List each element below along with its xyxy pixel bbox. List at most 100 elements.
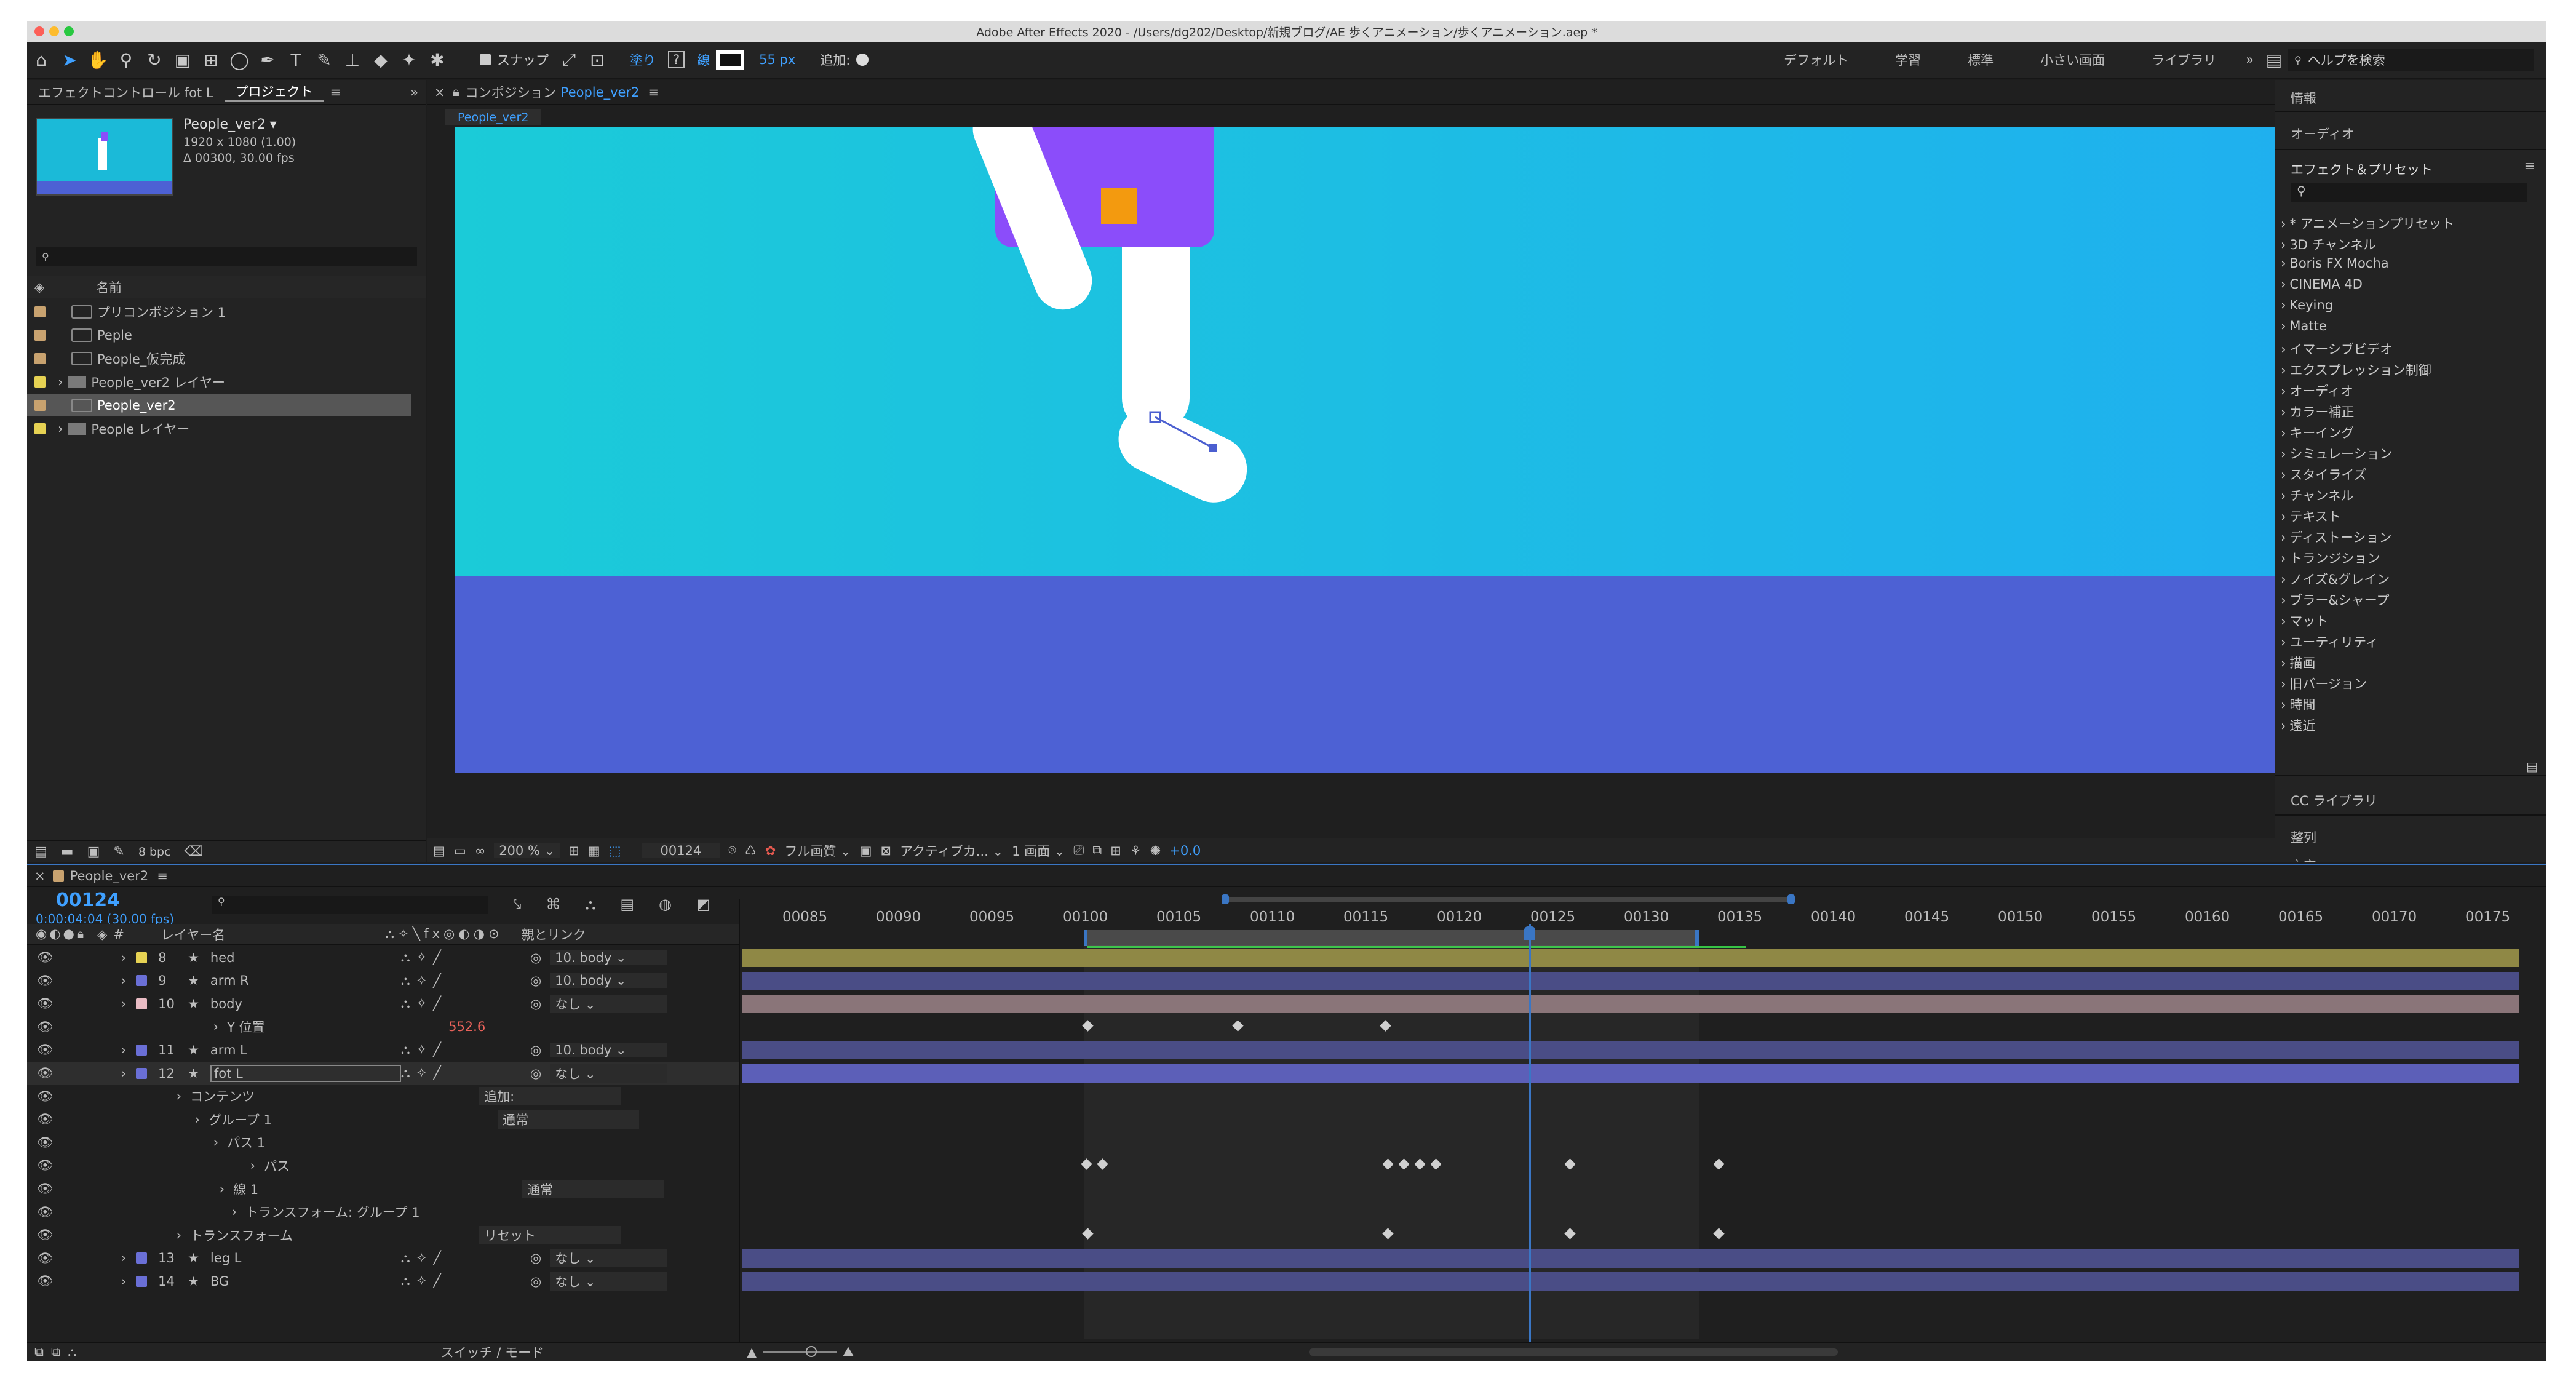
property-mode[interactable]: 通常 [522,1179,664,1198]
timeline-tab[interactable]: People_ver2 [70,869,149,883]
zoom-window-button[interactable] [64,26,74,36]
expand-chevron-icon[interactable]: › [58,375,63,389]
zoom-in-icon[interactable]: ⛰ [843,1344,854,1359]
effect-category[interactable]: › トランジション [2275,549,2380,567]
comp-tab-name[interactable]: People_ver2 [561,85,640,100]
project-item[interactable]: プリコンポジション 1 [27,300,411,323]
layer-duration-bar[interactable] [742,971,2519,990]
toggle-pixel-icon[interactable]: ⎚ [1073,843,1084,858]
effect-category[interactable]: › カラー補正 [2275,402,2354,421]
pickwhip-icon[interactable]: ◎ [530,950,541,965]
minimize-window-button[interactable] [49,26,59,36]
flowchart-icon[interactable]: ✎ [113,844,124,859]
hand-tool-icon[interactable]: ✋ [84,46,112,74]
roto-brush-tool-icon[interactable]: ✦ [395,46,423,74]
character-tab[interactable]: 文字 [2291,856,2316,862]
comp-sub-tab[interactable]: People_ver2 [445,109,541,125]
brush-tool-icon[interactable]: ✎ [310,46,338,74]
pickwhip-icon[interactable]: ◎ [530,997,541,1011]
zoom-tool-icon[interactable]: ⚲ [112,46,140,74]
effects-search-input[interactable]: ⚲ [2291,183,2527,202]
workspace-standard[interactable]: 標準 [1968,50,1994,69]
timeline-layer-row[interactable]: 👁︎ › 13 ★ leg L ⛬✧╱ ◎ なし ⌄ [27,1247,739,1270]
parent-select[interactable]: なし ⌄ [550,1272,667,1291]
label-color-swatch[interactable] [136,1044,148,1056]
align-tab[interactable]: 整列 [2291,828,2316,846]
composition-viewer[interactable] [455,127,2297,773]
timeline-layer-row[interactable]: 👁︎ › 線 1 通常 [27,1177,739,1200]
label-color-swatch[interactable] [136,1275,148,1287]
visibility-eye-icon[interactable]: 👁︎ [37,973,54,989]
timeline-track-area[interactable] [742,945,2519,1339]
property-mode[interactable]: 追加: [479,1087,621,1106]
visibility-eye-icon[interactable]: 👁︎ [37,1227,54,1243]
frame-blending-icon[interactable]: ▤ [620,896,634,913]
expand-chevron-icon[interactable]: › [213,1135,218,1150]
timeline-layer-row[interactable]: 👁︎ › 10 ★ body ⛬✧╱ ◎ なし ⌄ [27,992,739,1015]
info-panel-tab[interactable]: 情報 [2291,89,2316,107]
snap-checkbox[interactable] [480,54,491,65]
expand-chevron-icon[interactable]: › [121,1066,126,1081]
effect-category[interactable]: › ブラー&シャープ [2275,591,2390,609]
timeline-layer-row[interactable]: 👁︎ › パス [27,1154,739,1177]
camera-select[interactable]: アクティブカ... ⌄ [900,842,1003,860]
visibility-eye-icon[interactable]: 👁︎ [37,1158,54,1173]
work-area-bar[interactable] [1084,930,1699,946]
comp-mini-flowchart-icon[interactable]: ⤥ [513,896,522,913]
region-of-interest-icon[interactable]: ⬚ [609,843,621,858]
effect-category[interactable]: › テキスト [2275,507,2341,525]
expand-chevron-icon[interactable]: › [121,997,126,1011]
project-item[interactable]: People_ver2 [27,394,411,416]
label-color-swatch[interactable] [34,306,46,317]
property-name[interactable]: コンテンツ [190,1087,461,1105]
visibility-eye-icon[interactable]: 👁︎ [37,1273,54,1289]
puppet-tool-icon[interactable]: ✱ [423,46,451,74]
visibility-eye-icon[interactable]: 👁︎ [37,1204,54,1220]
visibility-eye-icon[interactable]: 👁︎ [37,1019,54,1035]
switches-modes-toggle[interactable]: スイッチ / モード [441,1343,544,1361]
parent-select[interactable]: なし ⌄ [550,1064,667,1083]
visibility-eye-icon[interactable]: 👁︎ [37,1112,54,1127]
label-color-swatch[interactable] [34,423,46,434]
effect-category[interactable]: › スタイライズ [2275,465,2367,484]
interpret-footage-icon[interactable]: ▤ [34,844,47,859]
selection-tool-icon[interactable]: ➤ [55,46,84,74]
effect-category[interactable]: › ディストーション [2275,528,2392,546]
project-search-input[interactable]: ⚲ [36,247,417,266]
visibility-eye-icon[interactable]: 👁︎ [37,996,54,1011]
effect-category[interactable]: › 描画 [2275,653,2315,672]
new-folder-icon[interactable]: ▬ [61,844,74,859]
timeline-layer-row[interactable]: 👁︎ › トランスフォーム リセット [27,1224,739,1246]
effect-category[interactable]: › ユーティリティ [2275,632,2379,651]
tab-effect-controls[interactable]: エフェクトコントロール fot L [27,83,225,101]
workspace-panel-icon[interactable]: ▤ [2260,46,2288,74]
snap-option-icon[interactable]: ⤢ [555,46,583,74]
render-3d-icon[interactable]: ⧉ [1092,843,1102,858]
name-column-header[interactable]: 名前 [96,278,122,297]
effect-category[interactable]: › 時間 [2275,695,2315,714]
pickwhip-icon[interactable]: ◎ [530,1043,541,1057]
layer-switches[interactable]: ⛬✧╱ [401,973,530,989]
parent-select[interactable]: なし ⌄ [550,1249,667,1268]
zoom-out-icon[interactable]: ▲ [747,1345,757,1359]
bit-depth[interactable]: 8 bpc [138,845,171,859]
layer-duration-bar[interactable] [742,949,2519,967]
stroke-label[interactable]: 線 [697,50,710,69]
property-name[interactable]: 線 1 [233,1180,504,1198]
label-color-swatch[interactable] [34,329,46,341]
ellipse-tool-icon[interactable]: ◯ [225,46,253,74]
pen-tool-icon[interactable]: ✒ [253,46,282,74]
close-tab-icon[interactable]: × [34,869,46,883]
new-preset-icon[interactable]: ▤ [2526,759,2538,774]
panel-menu-icon[interactable]: ≡ [2524,159,2535,174]
effect-category[interactable]: › 旧バージョン [2275,674,2367,693]
fill-label[interactable]: 塗り [630,50,656,69]
panel-menu-icon[interactable]: ≡ [330,85,341,100]
tab-project[interactable]: プロジェクト [224,82,324,102]
timeline-layer-row[interactable]: 👁︎ › 9 ★ arm R ⛬✧╱ ◎ 10. body ⌄ [27,969,739,992]
eraser-tool-icon[interactable]: ◆ [367,46,395,74]
layer-name[interactable]: body [210,997,401,1011]
fill-swatch[interactable]: ? [668,51,685,68]
visibility-eye-icon[interactable]: 👁︎ [37,1181,54,1196]
snap-grid-icon[interactable]: ⊡ [583,46,611,74]
